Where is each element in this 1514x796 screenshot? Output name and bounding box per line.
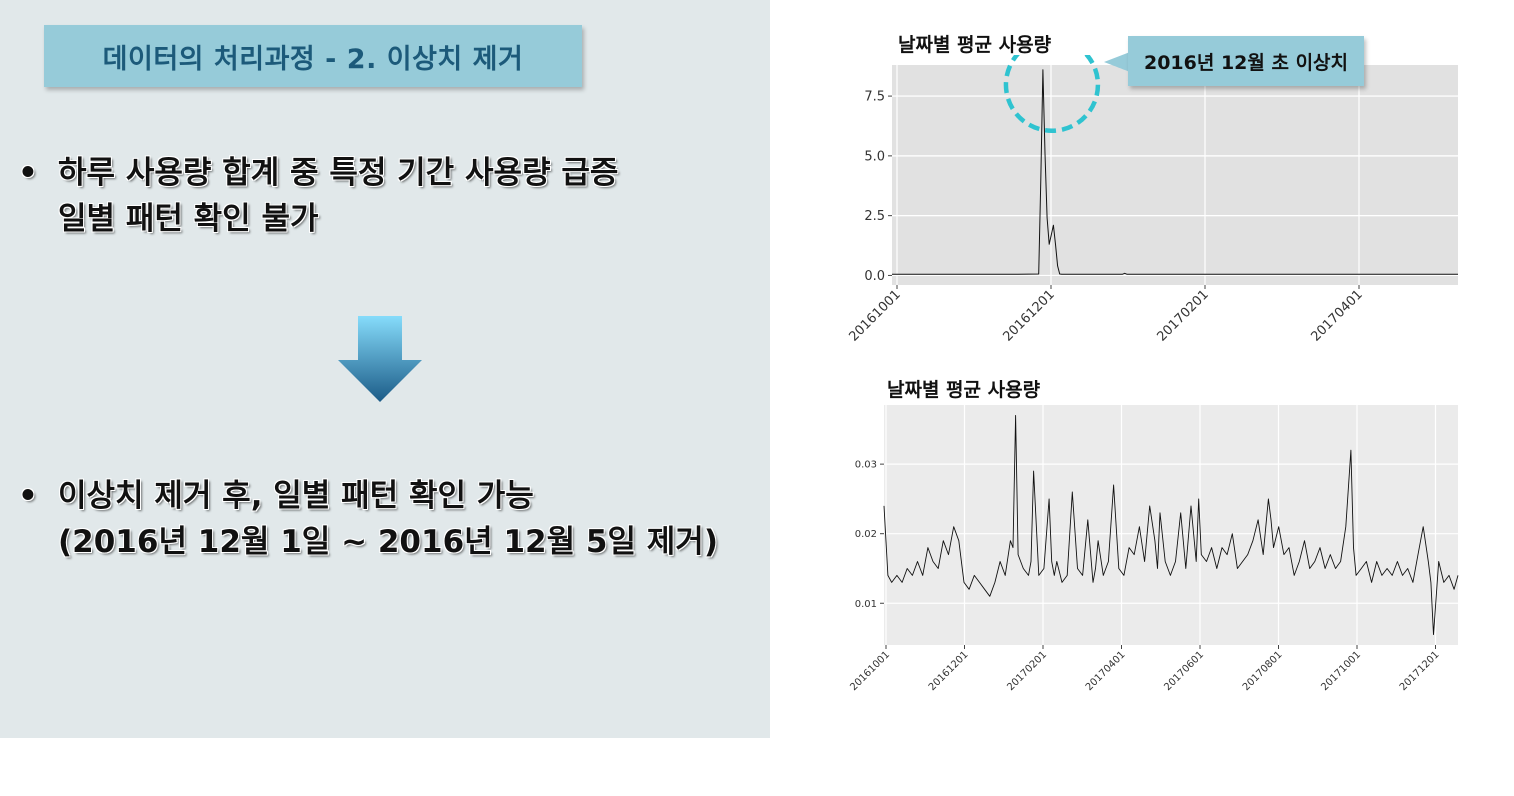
slide-title-box: 데이터의 처리과정 - 2. 이상치 제거	[44, 25, 582, 87]
x-tick-label: 20170601	[1162, 649, 1206, 693]
bullet-1-line-2: 일별 패턴 확인 불가	[58, 201, 319, 237]
x-tick-label: 20161001	[848, 649, 892, 693]
x-tick-label: 20170201	[1154, 287, 1211, 344]
bullet-item-2: • 이상치 제거 후, 일별 패턴 확인 가능 (2016년 12월 1일 ~ …	[18, 473, 718, 565]
x-tick-label: 20171201	[1398, 649, 1442, 693]
x-tick-label: 20161201	[1000, 287, 1057, 344]
chart-1-title: 날짜별 평균 사용량	[898, 34, 1052, 56]
callout-pointer	[1104, 52, 1130, 72]
callout-text: 2016년 12월 초 이상치	[1143, 51, 1349, 74]
chart-2-plot: 0.01 0.02 0.03 20161001 20161201 20170201 2017…	[848, 405, 1459, 693]
x-tick-label: 20170201	[1005, 649, 1049, 693]
y-tick-label: 2.5	[864, 209, 885, 224]
bullet-1-line-1: 하루 사용량 합계 중 특정 기간 사용량 급증	[58, 155, 619, 191]
x-tick-label: 20170401	[1084, 649, 1128, 693]
x-tick-label: 20170401	[1308, 287, 1365, 344]
bullet-marker: •	[18, 478, 38, 514]
plot-panel	[884, 405, 1458, 645]
y-tick-label: 7.5	[864, 90, 885, 105]
down-arrow-icon	[338, 316, 422, 402]
y-tick-label: 5.0	[864, 149, 885, 164]
slide-title: 데이터의 처리과정 - 2. 이상치 제거	[102, 43, 524, 75]
x-tick-label: 20170801	[1241, 649, 1285, 693]
bullet-item-1: • 하루 사용량 합계 중 특정 기간 사용량 급증 일별 패턴 확인 불가	[18, 150, 618, 242]
bullet-2-line-1: 이상치 제거 후, 일별 패턴 확인 가능	[58, 478, 534, 514]
bullet-marker: •	[18, 155, 38, 191]
y-tick-label: 0.02	[855, 529, 877, 540]
outlier-callout: 2016년 12월 초 이상치	[1128, 36, 1364, 86]
y-tick-label: 0.0	[864, 269, 885, 284]
x-tick-label: 20161001	[846, 287, 903, 344]
x-tick-label: 20171001	[1319, 649, 1363, 693]
chart-2-title: 날짜별 평균 사용량	[887, 379, 1041, 401]
y-tick-label: 0.01	[855, 599, 877, 610]
bullet-2-line-2: (2016년 12월 1일 ~ 2016년 12월 5일 제거)	[58, 524, 718, 560]
left-panel: 데이터의 처리과정 - 2. 이상치 제거 • 하루 사용량 합계 중 특정 기…	[0, 0, 770, 738]
y-tick-label: 0.03	[855, 460, 877, 471]
x-tick-label: 20161201	[927, 649, 971, 693]
chart-1-plot: 0.0 2.5 5.0 7.5 20161001 20161201 20170201 2017…	[846, 55, 1458, 345]
